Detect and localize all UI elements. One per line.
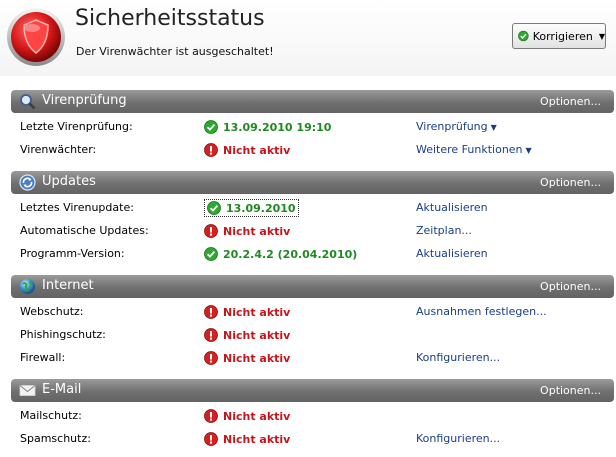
more-functions-link[interactable]: Weitere Funktionen ▼ [416, 143, 532, 156]
status-text: Nicht aktiv [223, 143, 291, 157]
status-value: 20.2.4.2 (20.04.2010) [204, 245, 357, 263]
update-now-link[interactable]: Aktualisieren [416, 201, 488, 214]
row-web-protection: Webschutz: Nicht aktiv Ausnahmen festleg… [0, 302, 616, 322]
shield-alert-icon [7, 8, 65, 66]
status-text: Nicht aktiv [223, 328, 291, 342]
status-text: Nicht aktiv [223, 305, 291, 319]
magnifier-icon [20, 94, 36, 110]
row-label: Letzte Virenprüfung: [20, 120, 133, 133]
row-label: Spamschutz: [20, 432, 91, 445]
row-label: Phishingschutz: [20, 328, 106, 341]
configure-firewall-link[interactable]: Konfigurieren... [416, 351, 500, 364]
row-label: Virenwächter: [20, 143, 97, 156]
update-icon [19, 174, 36, 191]
row-last-update: Letztes Virenupdate: 13.09.2010 Aktualis… [0, 198, 616, 218]
alert-icon [204, 305, 218, 319]
chevron-down-icon: ▼ [525, 146, 532, 155]
section-title: Updates [42, 174, 96, 189]
row-label: Mailschutz: [20, 409, 82, 422]
status-text: 13.09.2010 19:10 [223, 120, 332, 134]
alert-icon [204, 409, 218, 423]
section-title: Internet [42, 278, 94, 293]
status-text: Nicht aktiv [223, 351, 291, 365]
status-value: Nicht aktiv [204, 349, 290, 367]
globe-icon [20, 279, 35, 294]
options-link[interactable]: Optionen... [540, 95, 601, 108]
envelope-icon [19, 385, 36, 396]
section-title: Virenprüfung [42, 93, 127, 108]
section-email: E-Mail Optionen... [11, 379, 614, 402]
row-firewall: Firewall: Nicht aktiv Konfigurieren... [0, 348, 616, 368]
alert-icon [204, 224, 218, 238]
options-link[interactable]: Optionen... [540, 176, 601, 189]
action-label: Weitere Funktionen [416, 143, 523, 156]
chevron-down-icon: ▼ [598, 31, 605, 41]
row-phishing-protection: Phishingschutz: Nicht aktiv [0, 325, 616, 345]
check-icon [207, 201, 221, 215]
alert-icon [204, 328, 218, 342]
status-value: Nicht aktiv [204, 326, 290, 344]
row-spam-protection: Spamschutz: Nicht aktiv Konfigurieren... [0, 429, 616, 449]
update-program-link[interactable]: Aktualisieren [416, 247, 488, 260]
check-icon [204, 120, 218, 134]
alert-icon [204, 351, 218, 365]
status-value: Nicht aktiv [204, 222, 290, 240]
status-value: Nicht aktiv [204, 303, 290, 321]
header: Sicherheitsstatus Der Virenwächter ist a… [0, 0, 616, 76]
check-icon [204, 247, 218, 261]
page-title: Sicherheitsstatus [75, 6, 265, 31]
status-text: Nicht aktiv [223, 409, 291, 423]
row-label: Letztes Virenupdate: [20, 201, 134, 214]
status-value[interactable]: 13.09.2010 [204, 199, 299, 217]
section-internet: Internet Optionen... [11, 275, 614, 298]
row-mail-protection: Mailschutz: Nicht aktiv [0, 406, 616, 426]
options-link[interactable]: Optionen... [540, 280, 601, 293]
action-label: Virenprüfung [416, 120, 488, 133]
status-text: 20.2.4.2 (20.04.2010) [223, 247, 358, 261]
status-text: Nicht aktiv [223, 224, 291, 238]
check-icon [518, 30, 529, 42]
section-title: E-Mail [42, 382, 82, 397]
chevron-down-icon: ▼ [490, 123, 497, 132]
options-link[interactable]: Optionen... [540, 384, 601, 397]
fix-button-label: Korrigieren [532, 29, 593, 43]
status-value: Nicht aktiv [204, 430, 290, 448]
row-label: Programm-Version: [20, 247, 125, 260]
alert-icon [204, 432, 218, 446]
row-label: Firewall: [20, 351, 66, 364]
section-updates: Updates Optionen... [11, 171, 614, 194]
configure-spam-link[interactable]: Konfigurieren... [416, 432, 500, 445]
row-program-version: Programm-Version: 20.2.4.2 (20.04.2010) … [0, 244, 616, 264]
alert-icon [204, 143, 218, 157]
row-label: Automatische Updates: [20, 224, 149, 237]
status-message: Der Virenwächter ist ausgeschaltet! [76, 45, 274, 58]
row-label: Webschutz: [20, 305, 84, 318]
schedule-link[interactable]: Zeitplan... [416, 224, 472, 237]
section-virenpruefung: Virenprüfung Optionen... [11, 90, 614, 113]
virus-scan-link[interactable]: Virenprüfung ▼ [416, 120, 497, 133]
status-text: Nicht aktiv [223, 432, 291, 446]
row-guard: Virenwächter: Nicht aktiv Weitere Funkti… [0, 140, 616, 160]
status-text: 13.09.2010 [226, 201, 296, 215]
row-auto-updates: Automatische Updates: Nicht aktiv Zeitpl… [0, 221, 616, 241]
status-value: Nicht aktiv [204, 407, 290, 425]
row-last-scan: Letzte Virenprüfung: 13.09.2010 19:10 Vi… [0, 117, 616, 137]
fix-button[interactable]: Korrigieren ▼ [512, 23, 606, 49]
exceptions-link[interactable]: Ausnahmen festlegen... [416, 305, 547, 318]
status-value: Nicht aktiv [204, 141, 290, 159]
status-value: 13.09.2010 19:10 [204, 118, 331, 136]
